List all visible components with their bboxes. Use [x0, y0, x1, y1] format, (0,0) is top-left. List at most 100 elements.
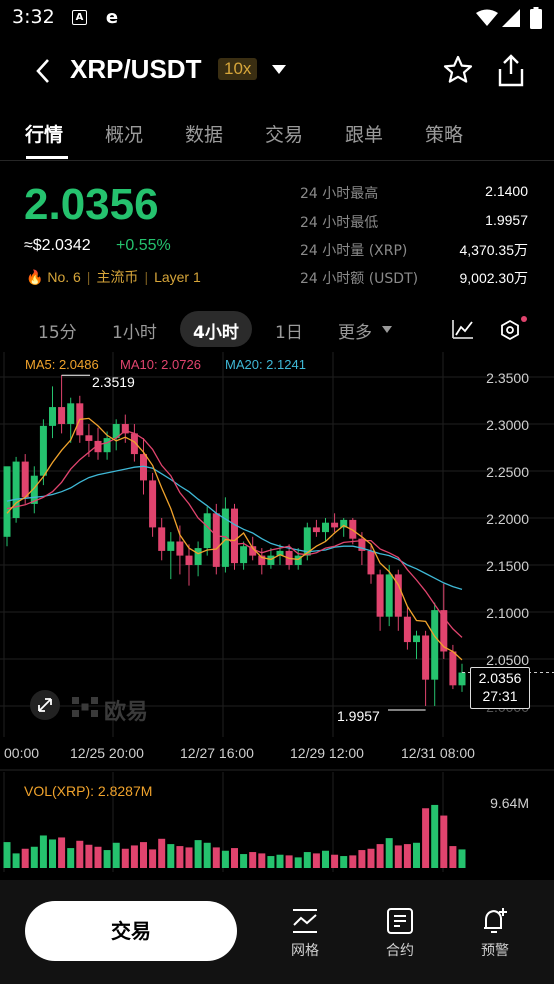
stat-high-value: 2.1400	[485, 183, 528, 199]
pair-title[interactable]: XRP/USDT	[70, 54, 201, 85]
volume-bar	[358, 850, 366, 868]
candle-body	[240, 546, 248, 564]
favorite-star-icon[interactable]	[442, 54, 474, 86]
volume-bar	[49, 839, 56, 868]
ma20-label: MA20: 2.1241	[225, 357, 306, 372]
more-dropdown-icon[interactable]	[382, 326, 392, 333]
volume-bar	[240, 854, 248, 868]
candle-body	[231, 508, 238, 564]
interval-more[interactable]: 更多	[338, 318, 372, 343]
volume-bar	[267, 856, 275, 868]
tab-data[interactable]: 数据	[185, 120, 223, 147]
candle-body	[458, 672, 466, 686]
contract-button[interactable]: 合约	[370, 906, 430, 960]
volume-bar	[203, 842, 211, 868]
volume-bar	[85, 844, 93, 868]
volume-bar	[3, 842, 11, 868]
candle-body	[85, 435, 93, 441]
candle-body	[203, 513, 211, 549]
tab-trade[interactable]: 交易	[265, 120, 303, 147]
high-price-label: 2.3519	[92, 374, 135, 390]
indicator-icon[interactable]	[451, 318, 475, 340]
candle-body	[58, 407, 66, 424]
volume-bar	[212, 847, 220, 868]
current-price-value: 2.0356	[478, 670, 522, 686]
fire-icon: 🔥	[26, 269, 44, 285]
volume-bar	[376, 844, 384, 868]
volume-bar	[303, 852, 311, 868]
candle-body	[49, 407, 56, 426]
volume-bar	[312, 853, 320, 868]
candle-body	[12, 461, 20, 518]
fullscreen-button[interactable]	[30, 690, 60, 720]
stat-turnover-value: 9,002.30万	[459, 270, 529, 286]
tab-overview[interactable]: 概况	[105, 120, 143, 147]
pair-dropdown-icon[interactable]	[272, 65, 286, 74]
volume-bar	[285, 855, 293, 868]
volume-bar	[294, 857, 302, 868]
volume-bar	[185, 847, 193, 868]
y-tick-0: 2.3500	[486, 370, 529, 386]
trade-button[interactable]: 交易	[25, 901, 237, 961]
bottom-action-bar: 交易 网格 合约 预警	[0, 880, 554, 984]
interval-15m[interactable]: 15分	[38, 318, 77, 343]
contract-label: 合约	[386, 943, 414, 959]
volume-bar	[21, 848, 29, 868]
y-tick-2: 2.2500	[486, 464, 529, 480]
volume-bar	[149, 849, 157, 868]
tab-strategy[interactable]: 策略	[425, 120, 463, 147]
grid-button[interactable]: 网格	[275, 906, 335, 960]
volume-bar	[76, 840, 84, 868]
share-icon[interactable]	[496, 54, 526, 88]
volume-bar	[39, 835, 47, 868]
chart-settings-icon[interactable]	[497, 315, 529, 345]
volume-bar	[413, 842, 420, 868]
volume-bar	[367, 848, 375, 868]
x-tick-2: 12/27 16:00	[180, 745, 254, 761]
y-tick-6: 2.0500	[486, 652, 529, 668]
tab-market[interactable]: 行情	[25, 120, 63, 147]
leverage-badge: 10x	[218, 58, 258, 80]
tab-copy-trading[interactable]: 跟单	[345, 120, 383, 147]
candle-body	[167, 541, 175, 551]
stat-turnover-label: 24 小时额 (USDT)	[300, 271, 419, 287]
status-bar: 3:32 A e	[0, 0, 554, 38]
interval-4h[interactable]: 4小时	[193, 318, 239, 343]
candle-body	[267, 555, 275, 565]
alert-label: 预警	[481, 943, 509, 959]
volume-bar	[67, 848, 75, 868]
contract-icon	[387, 908, 413, 934]
ma5-label: MA5: 2.0486	[25, 357, 99, 372]
category-tag[interactable]: 主流币	[96, 269, 138, 285]
rank-tag[interactable]: No. 6	[47, 269, 80, 285]
interval-1h[interactable]: 1小时	[112, 318, 157, 343]
volume-bar	[449, 846, 457, 868]
layer-tag[interactable]: Layer 1	[154, 269, 201, 285]
volume-bar	[121, 848, 129, 868]
candle-body	[422, 635, 430, 680]
battery-icon	[530, 7, 542, 29]
volume-bar	[130, 845, 138, 868]
volume-bar	[258, 853, 266, 868]
candle-body	[367, 550, 375, 575]
volume-bar	[431, 804, 439, 868]
status-time: 3:32	[12, 6, 55, 28]
alert-button[interactable]: 预警	[465, 906, 525, 960]
stat-high-label: 24 小时最高	[300, 186, 379, 202]
candle-body	[385, 574, 393, 617]
candle-body	[212, 513, 220, 567]
volume-bar	[103, 850, 111, 868]
back-arrow-icon[interactable]	[30, 56, 56, 86]
volume-label: VOL(XRP): 2.8287M	[24, 783, 153, 799]
volume-bar	[394, 845, 402, 868]
candle-body	[149, 480, 157, 528]
y-tick-4: 2.1500	[486, 558, 529, 574]
interval-1d[interactable]: 1日	[275, 318, 303, 343]
y-tick-3: 2.2000	[486, 511, 529, 527]
signal-icon	[502, 9, 520, 27]
candle-body	[21, 461, 29, 498]
x-tick-3: 12/29 12:00	[290, 745, 364, 761]
y-tick-5: 2.1000	[486, 605, 529, 621]
x-tick-0: 00:00	[4, 745, 40, 761]
volume-bar	[158, 838, 166, 868]
